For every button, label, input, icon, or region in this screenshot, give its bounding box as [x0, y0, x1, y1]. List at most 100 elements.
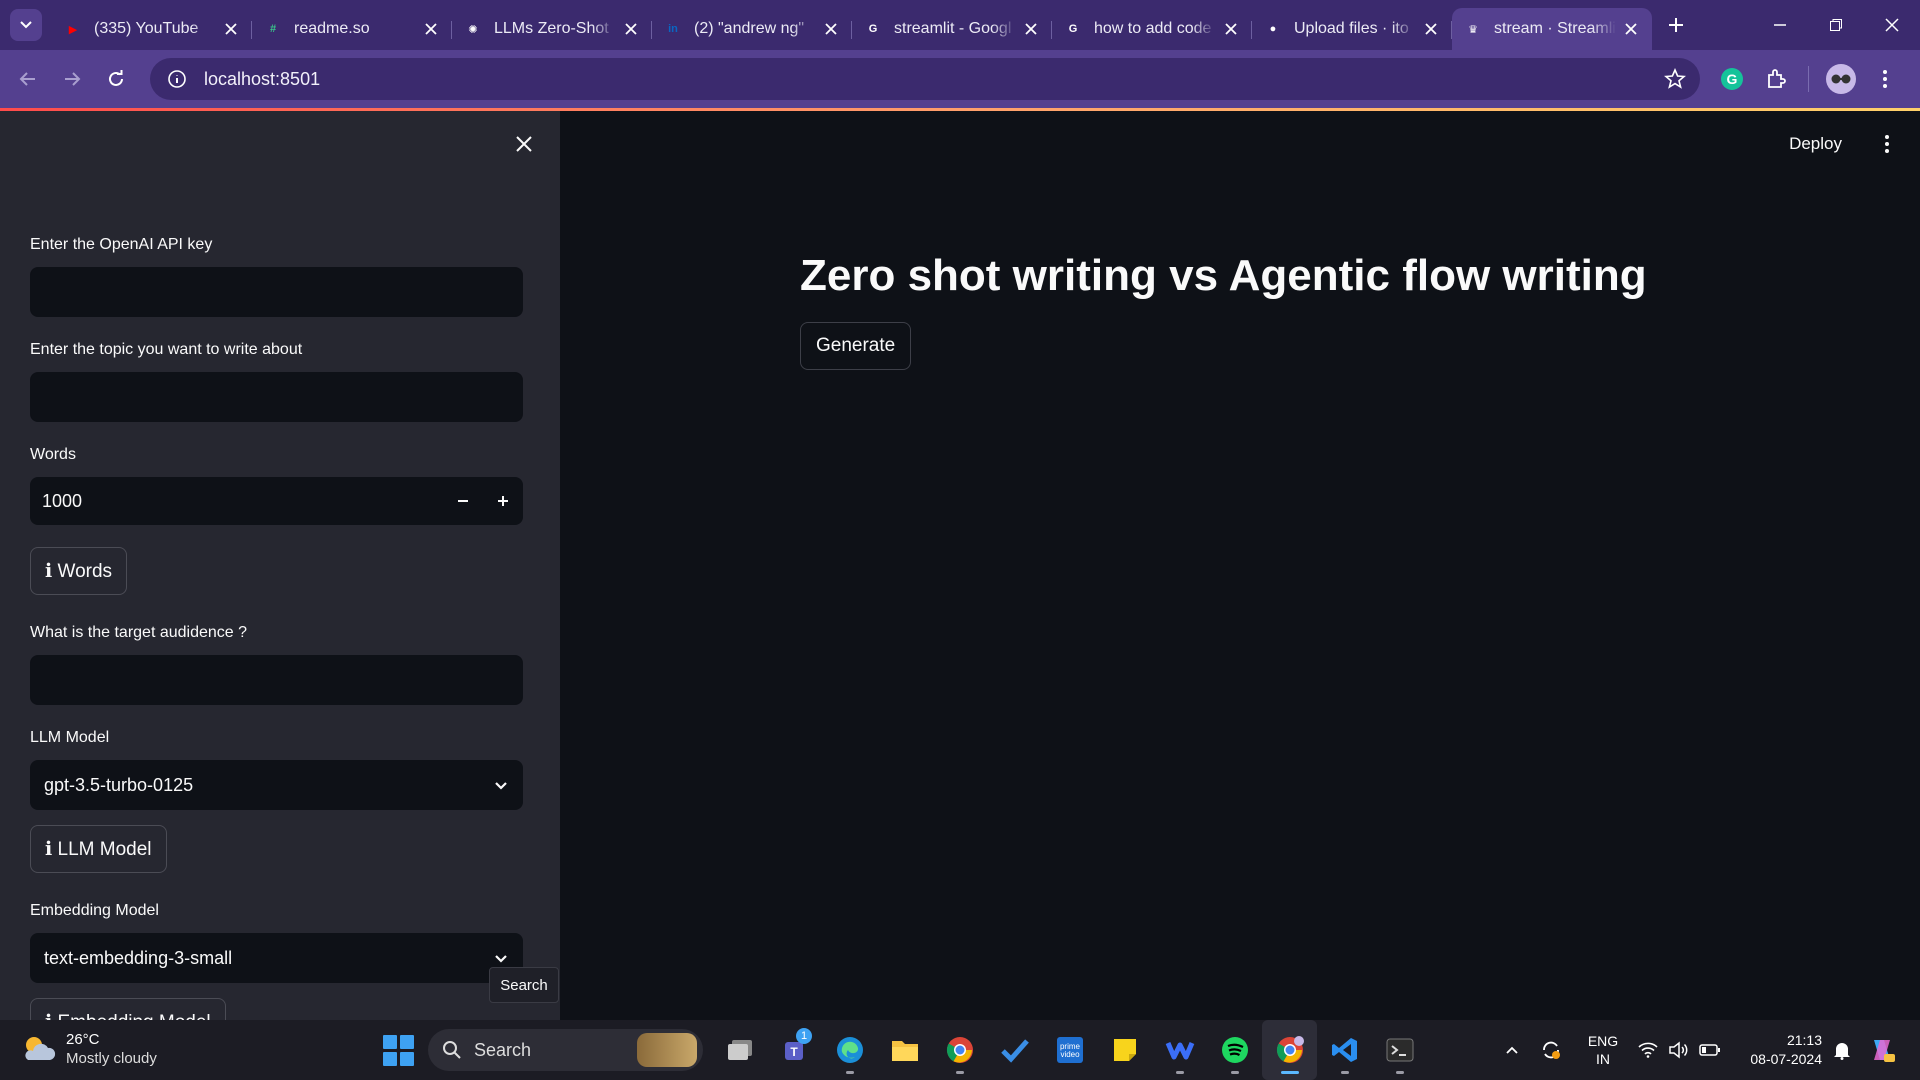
linkedin-icon: in	[668, 23, 678, 35]
grammarly-extension-button[interactable]: G	[1710, 57, 1754, 101]
words-number-input[interactable]: 1000	[30, 477, 523, 525]
running-indicator	[1341, 1071, 1349, 1074]
edge-button[interactable]	[822, 1020, 877, 1080]
avatar	[1826, 64, 1856, 94]
sync-status-button[interactable]	[1529, 1039, 1573, 1061]
browser-tab[interactable]: in (2) "andrew ng"	[652, 8, 852, 50]
tab-close-button[interactable]	[822, 20, 840, 38]
browser-tab[interactable]: ♛ stream · Streamli	[1452, 8, 1652, 50]
todo-button[interactable]	[987, 1020, 1042, 1080]
tab-close-button[interactable]	[1022, 20, 1040, 38]
words-value[interactable]: 1000	[30, 491, 443, 512]
spotify-icon	[1221, 1037, 1248, 1063]
tab-close-button[interactable]	[1422, 20, 1440, 38]
terminal-button[interactable]	[1372, 1020, 1427, 1080]
tab-close-button[interactable]	[622, 20, 640, 38]
file-explorer-button[interactable]	[877, 1020, 932, 1080]
region-code: IN	[1596, 1051, 1610, 1067]
chrome-button[interactable]	[932, 1020, 987, 1080]
back-button[interactable]	[6, 57, 50, 101]
words-increment-button[interactable]	[483, 477, 523, 525]
browser-tab-title: (2) "andrew ng"	[694, 20, 805, 37]
audience-input[interactable]	[30, 655, 523, 705]
chrome-icon	[1276, 1036, 1304, 1063]
battery-status[interactable]	[1693, 1043, 1727, 1057]
google-icon: G	[868, 23, 878, 35]
sidebar: Enter the OpenAI API key Enter the topic…	[0, 111, 560, 1020]
new-tab-button[interactable]	[1656, 5, 1696, 45]
language-indicator[interactable]: ENG IN	[1573, 1032, 1633, 1068]
browser-tab-title: LLMs Zero-Shot	[494, 20, 609, 37]
words-field-group: Words 1000	[30, 445, 523, 525]
browser-tab[interactable]: ● Upload files · ito	[1252, 8, 1452, 50]
reload-button[interactable]	[94, 57, 138, 101]
forward-button[interactable]	[50, 57, 94, 101]
words-decrement-button[interactable]	[443, 477, 483, 525]
generate-button[interactable]: Generate	[800, 322, 912, 370]
weather-widget[interactable]: 26°C Mostly cloudy	[20, 1030, 157, 1068]
minimize-button[interactable]	[1752, 0, 1808, 50]
address-bar[interactable]: localhost:8501	[150, 58, 1700, 100]
vscode-button[interactable]	[1317, 1020, 1372, 1080]
sticky-notes-button[interactable]	[1097, 1020, 1152, 1080]
llm-model-select[interactable]: gpt-3.5-turbo-0125	[30, 760, 523, 810]
copilot-icon	[1874, 1040, 1895, 1062]
topic-input[interactable]	[30, 372, 523, 422]
browser-tab-title: stream · Streamli	[1494, 20, 1616, 37]
close-window-button[interactable]	[1864, 0, 1920, 50]
topic-field-group: Enter the topic you want to write about	[30, 340, 523, 422]
tab-close-button[interactable]	[422, 20, 440, 38]
chrome-profile-button[interactable]	[1262, 1020, 1317, 1080]
llm-model-info-button[interactable]: ℹ LLM Model	[30, 825, 167, 873]
show-hidden-icons-button[interactable]	[1495, 1043, 1529, 1057]
llm-model-field-group: LLM Model gpt-3.5-turbo-0125	[30, 728, 523, 810]
site-info-icon[interactable]	[156, 69, 198, 89]
deploy-button[interactable]: Deploy	[1789, 129, 1842, 159]
copilot-button[interactable]	[1862, 1036, 1902, 1064]
main-content: Deploy Zero shot writing vs Agentic flow…	[560, 111, 1920, 1020]
prime-video-icon: primevideo	[1056, 1037, 1083, 1063]
browser-menu-button[interactable]	[1863, 57, 1907, 101]
browser-tab[interactable]: ▶ (335) YouTube	[52, 8, 252, 50]
teams-notification-badge: 1	[796, 1028, 812, 1044]
extensions-button[interactable]	[1754, 57, 1798, 101]
teams-button[interactable]: T 1	[767, 1020, 822, 1080]
tab-close-button[interactable]	[222, 20, 240, 38]
spotify-button[interactable]	[1207, 1020, 1262, 1080]
start-button[interactable]	[380, 1032, 416, 1068]
taskbar-search[interactable]: Search	[428, 1029, 703, 1071]
browser-tab-title: streamlit - Googl	[894, 20, 1012, 37]
windows-logo-icon	[382, 1034, 397, 1049]
notifications-button[interactable]	[1822, 1040, 1862, 1060]
language-code: ENG	[1587, 1033, 1619, 1049]
checkmark-icon	[1000, 1039, 1029, 1063]
webex-button[interactable]	[1152, 1020, 1207, 1080]
api-key-input[interactable]	[30, 267, 523, 317]
volume-status[interactable]	[1663, 1041, 1693, 1059]
embedding-model-label: Embedding Model	[30, 902, 159, 919]
topic-label: Enter the topic you want to write about	[30, 341, 303, 358]
clock[interactable]: 21:13 08-07-2024	[1727, 1031, 1822, 1069]
tab-close-button[interactable]	[1222, 20, 1240, 38]
tab-close-button[interactable]	[1622, 20, 1640, 38]
task-view-button[interactable]	[712, 1020, 767, 1080]
browser-tab[interactable]: ✺ LLMs Zero-Shot	[452, 8, 652, 50]
bookmark-star-icon[interactable]	[1664, 67, 1686, 95]
wifi-status[interactable]	[1633, 1042, 1663, 1058]
weather-temperature: 26°C	[66, 1031, 100, 1048]
tab-search-button[interactable]	[10, 9, 42, 41]
app-menu-button[interactable]	[1872, 129, 1902, 159]
sidebar-close-button[interactable]	[509, 129, 539, 159]
profile-button[interactable]	[1819, 57, 1863, 101]
browser-tab[interactable]: Gstreamlit - Googl	[852, 8, 1052, 50]
browser-tab[interactable]: Ghow to add code	[1052, 8, 1252, 50]
browser-tab-title: Upload files · ito	[1294, 20, 1409, 37]
browser-tab[interactable]: # readme.so	[252, 8, 452, 50]
restore-button[interactable]	[1808, 0, 1864, 50]
words-info-button[interactable]: ℹ Words	[30, 547, 128, 595]
embedding-model-select[interactable]: text-embedding-3-small	[30, 933, 523, 983]
chevron-down-icon	[20, 21, 32, 29]
prime-video-button[interactable]: prime video	[1042, 1020, 1097, 1080]
embedding-model-info-button[interactable]: ℹ Embedding Model	[30, 998, 226, 1020]
close-icon	[1225, 23, 1237, 35]
